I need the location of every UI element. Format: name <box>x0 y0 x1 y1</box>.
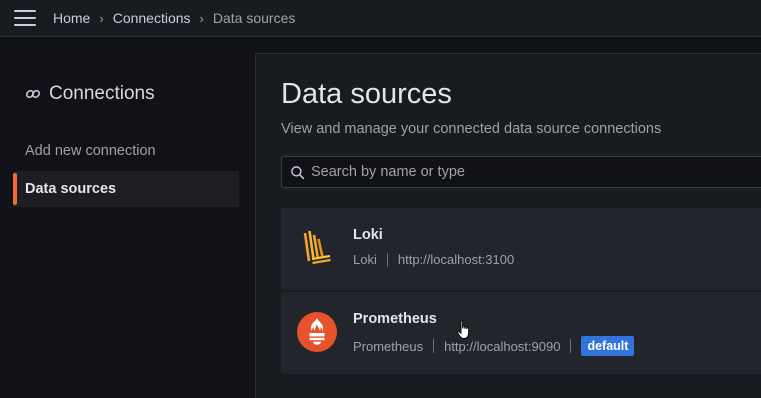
chevron-right-icon: › <box>199 10 204 26</box>
datasource-name: Loki <box>353 227 383 243</box>
loki-logo-icon <box>303 230 331 265</box>
datasource-card-loki[interactable]: Loki Loki http://localhost:3100 <box>281 208 761 290</box>
hand-cursor-icon <box>457 320 470 339</box>
search-box[interactable] <box>281 156 761 188</box>
sidebar-title: Connections <box>49 83 155 104</box>
chevron-right-icon: › <box>99 10 104 26</box>
datasource-type: Prometheus <box>353 338 424 354</box>
datasource-name: Prometheus <box>353 311 437 327</box>
datasource-meta: Prometheus http://localhost:9090 default <box>353 336 635 356</box>
breadcrumb-connections[interactable]: Connections <box>113 10 191 26</box>
search-icon <box>291 165 305 179</box>
divider <box>386 252 388 267</box>
datasource-url: http://localhost:9090 <box>444 338 561 354</box>
breadcrumb-data-sources: Data sources <box>212 10 296 26</box>
search-input[interactable] <box>311 164 731 180</box>
page-subtitle: View and manage your connected data sour… <box>281 121 662 137</box>
prometheus-logo-icon <box>297 312 337 352</box>
top-bar: Home › Connections › Data sources <box>0 0 761 37</box>
page-title: Data sources <box>281 78 452 110</box>
datasource-url: http://localhost:3100 <box>397 252 515 267</box>
link-icon <box>25 89 41 99</box>
sidebar: Connections Add new connection Data sour… <box>0 38 255 398</box>
datasource-meta: Loki http://localhost:3100 <box>353 252 514 267</box>
breadcrumb-home[interactable]: Home <box>53 10 90 26</box>
datasource-card-prometheus[interactable]: Prometheus Prometheus http://localhost:9… <box>281 292 761 374</box>
datasource-type: Loki <box>353 252 377 267</box>
hamburger-menu-icon[interactable] <box>14 10 36 26</box>
sidebar-item-add-new-connection[interactable]: Add new connection <box>13 133 239 169</box>
divider <box>570 339 572 353</box>
sidebar-header: Connections <box>25 83 155 105</box>
sidebar-item-data-sources[interactable]: Data sources <box>13 171 239 207</box>
divider <box>433 339 435 353</box>
main-content: Data sources View and manage your connec… <box>255 53 761 398</box>
default-badge: default <box>581 336 635 356</box>
